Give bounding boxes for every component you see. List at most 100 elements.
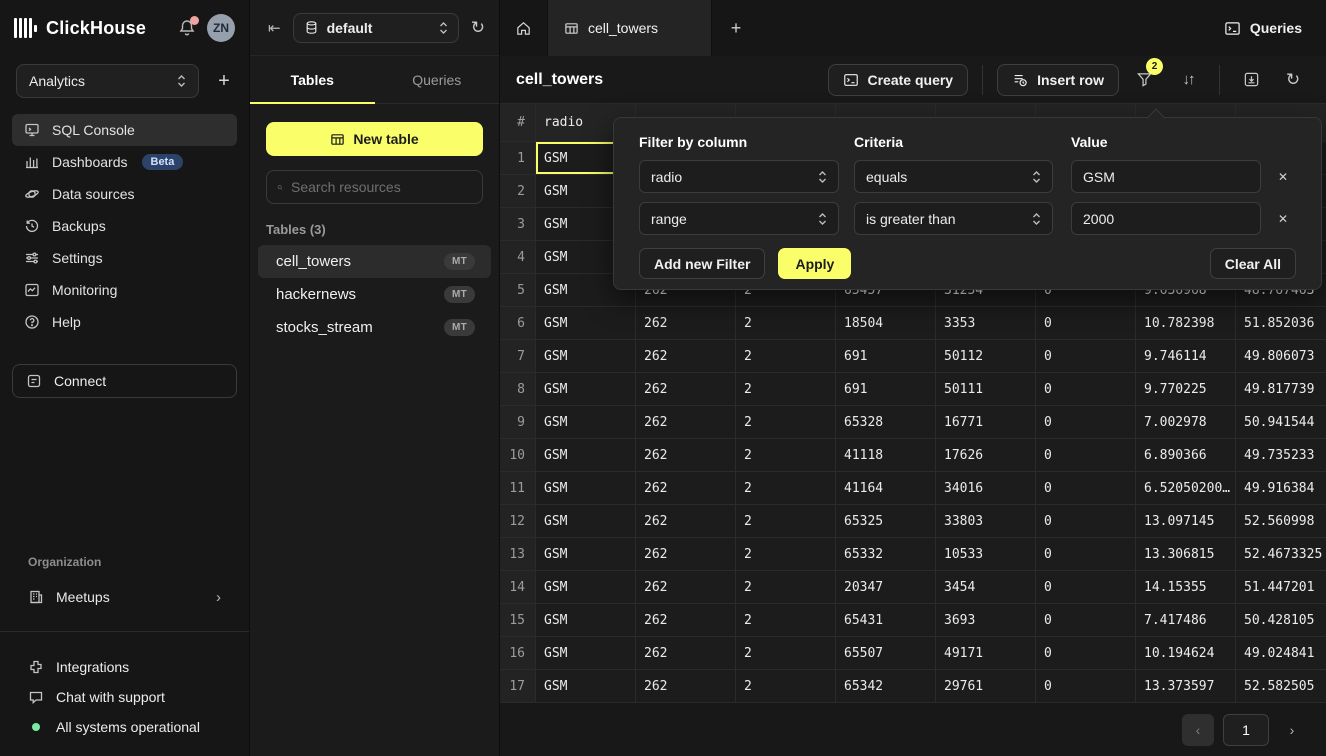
sidebar-item-chat-support[interactable]: Chat with support xyxy=(0,682,249,712)
grid-cell[interactable]: 65328 xyxy=(836,406,936,439)
grid-cell[interactable]: GSM xyxy=(536,538,636,571)
grid-cell[interactable]: 17626 xyxy=(936,439,1036,472)
grid-cell[interactable]: 0 xyxy=(1036,670,1136,703)
table-list-item[interactable]: cell_towers MT xyxy=(258,245,491,278)
database-select[interactable]: default xyxy=(293,13,459,43)
grid-cell[interactable]: 262 xyxy=(636,406,736,439)
grid-cell[interactable]: 691 xyxy=(836,340,936,373)
grid-cell[interactable]: 0 xyxy=(1036,340,1136,373)
grid-cell[interactable]: 0 xyxy=(1036,307,1136,340)
grid-cell[interactable]: GSM xyxy=(536,637,636,670)
grid-cell[interactable]: 2 xyxy=(736,340,836,373)
grid-cell[interactable]: 52.4673325 xyxy=(1236,538,1326,571)
grid-cell[interactable]: 262 xyxy=(636,340,736,373)
grid-cell[interactable]: 9.770225 xyxy=(1136,373,1236,406)
grid-cell[interactable]: GSM xyxy=(536,505,636,538)
grid-cell[interactable]: 0 xyxy=(1036,406,1136,439)
grid-cell[interactable]: 29761 xyxy=(936,670,1036,703)
grid-cell[interactable]: 2 xyxy=(736,406,836,439)
sidebar-item-data-sources[interactable]: Data sources xyxy=(12,178,237,210)
grid-cell[interactable]: 2 xyxy=(736,538,836,571)
grid-cell[interactable]: 2 xyxy=(736,604,836,637)
grid-cell[interactable]: 262 xyxy=(636,439,736,472)
grid-cell[interactable]: 10.782398 xyxy=(1136,307,1236,340)
column-header[interactable]: # xyxy=(500,104,536,142)
grid-cell[interactable]: 33803 xyxy=(936,505,1036,538)
grid-cell[interactable]: 3693 xyxy=(936,604,1036,637)
search-resources[interactable] xyxy=(266,170,483,204)
workspace-select[interactable]: Analytics xyxy=(16,64,199,98)
filter-column-select[interactable]: range xyxy=(639,202,839,235)
grid-cell[interactable]: 65342 xyxy=(836,670,936,703)
queries-button[interactable]: Queries xyxy=(1224,20,1302,37)
grid-cell[interactable]: GSM xyxy=(536,571,636,604)
grid-cell[interactable]: 262 xyxy=(636,571,736,604)
avatar[interactable]: ZN xyxy=(207,14,235,42)
grid-cell[interactable]: GSM xyxy=(536,472,636,505)
remove-filter-button[interactable]: ✕ xyxy=(1270,164,1296,190)
grid-cell[interactable]: GSM xyxy=(536,340,636,373)
grid-cell[interactable]: 49.735233 xyxy=(1236,439,1326,472)
refresh-table-button[interactable]: ↻ xyxy=(1276,64,1310,96)
grid-cell[interactable]: 2 xyxy=(736,307,836,340)
grid-cell[interactable]: 50111 xyxy=(936,373,1036,406)
grid-cell[interactable]: 262 xyxy=(636,604,736,637)
grid-cell[interactable]: 65507 xyxy=(836,637,936,670)
apply-filters-button[interactable]: Apply xyxy=(778,248,851,279)
system-status[interactable]: All systems operational xyxy=(0,712,249,742)
grid-cell[interactable]: 7.002978 xyxy=(1136,406,1236,439)
grid-cell[interactable]: 2 xyxy=(736,637,836,670)
grid-cell[interactable]: 16771 xyxy=(936,406,1036,439)
sidebar-item-integrations[interactable]: Integrations xyxy=(0,652,249,682)
sidebar-item-settings[interactable]: Settings xyxy=(12,242,237,274)
grid-cell[interactable]: 262 xyxy=(636,472,736,505)
grid-cell[interactable]: 6.52050200… xyxy=(1136,472,1236,505)
grid-cell[interactable]: 13.306815 xyxy=(1136,538,1236,571)
remove-filter-button[interactable]: ✕ xyxy=(1270,206,1296,232)
new-tab-button[interactable]: + xyxy=(712,0,760,56)
tab-tables[interactable]: Tables xyxy=(250,56,375,103)
grid-cell[interactable]: 18504 xyxy=(836,307,936,340)
grid-cell[interactable]: 49.024841 xyxy=(1236,637,1326,670)
grid-cell[interactable]: 2 xyxy=(736,472,836,505)
grid-cell[interactable]: GSM xyxy=(536,406,636,439)
new-table-button[interactable]: New table xyxy=(266,122,483,156)
grid-cell[interactable]: 52.560998 xyxy=(1236,505,1326,538)
grid-cell[interactable]: 6.890366 xyxy=(1136,439,1236,472)
grid-cell[interactable]: 3353 xyxy=(936,307,1036,340)
grid-cell[interactable]: 49.806073 xyxy=(1236,340,1326,373)
grid-cell[interactable]: 0 xyxy=(1036,571,1136,604)
add-filter-button[interactable]: Add new Filter xyxy=(639,248,765,279)
sidebar-item-monitoring[interactable]: Monitoring xyxy=(12,274,237,306)
prev-page-button[interactable]: ‹ xyxy=(1182,714,1214,746)
page-number-input[interactable] xyxy=(1223,714,1269,746)
sidebar-item-meetups[interactable]: Meetups › xyxy=(12,581,237,613)
sidebar-item-help[interactable]: Help xyxy=(12,306,237,338)
sort-button[interactable]: ↓↑ xyxy=(1171,64,1205,96)
grid-cell[interactable]: 691 xyxy=(836,373,936,406)
grid-cell[interactable]: 0 xyxy=(1036,538,1136,571)
filter-column-select[interactable]: radio xyxy=(639,160,839,193)
grid-cell[interactable]: 50.941544 xyxy=(1236,406,1326,439)
grid-cell[interactable]: 262 xyxy=(636,373,736,406)
grid-cell[interactable]: 262 xyxy=(636,307,736,340)
tab-cell-towers[interactable]: cell_towers xyxy=(548,0,712,56)
create-query-button[interactable]: Create query xyxy=(828,64,969,96)
grid-cell[interactable]: 0 xyxy=(1036,604,1136,637)
download-button[interactable] xyxy=(1234,64,1268,96)
grid-cell[interactable]: 49171 xyxy=(936,637,1036,670)
grid-cell[interactable]: 41118 xyxy=(836,439,936,472)
collapse-panel-icon[interactable]: ⇤ xyxy=(268,19,281,37)
grid-cell[interactable]: 65431 xyxy=(836,604,936,637)
grid-cell[interactable]: 41164 xyxy=(836,472,936,505)
filter-criteria-select[interactable]: is greater than xyxy=(854,202,1053,235)
tab-queries[interactable]: Queries xyxy=(375,56,500,103)
next-page-button[interactable]: › xyxy=(1278,714,1306,746)
home-tab-button[interactable] xyxy=(500,0,548,56)
table-list-item[interactable]: hackernews MT xyxy=(258,278,491,311)
grid-cell[interactable]: 262 xyxy=(636,670,736,703)
filter-criteria-select[interactable]: equals xyxy=(854,160,1053,193)
connect-button[interactable]: Connect xyxy=(12,364,237,398)
grid-cell[interactable]: 49.817739 xyxy=(1236,373,1326,406)
grid-cell[interactable]: 50112 xyxy=(936,340,1036,373)
